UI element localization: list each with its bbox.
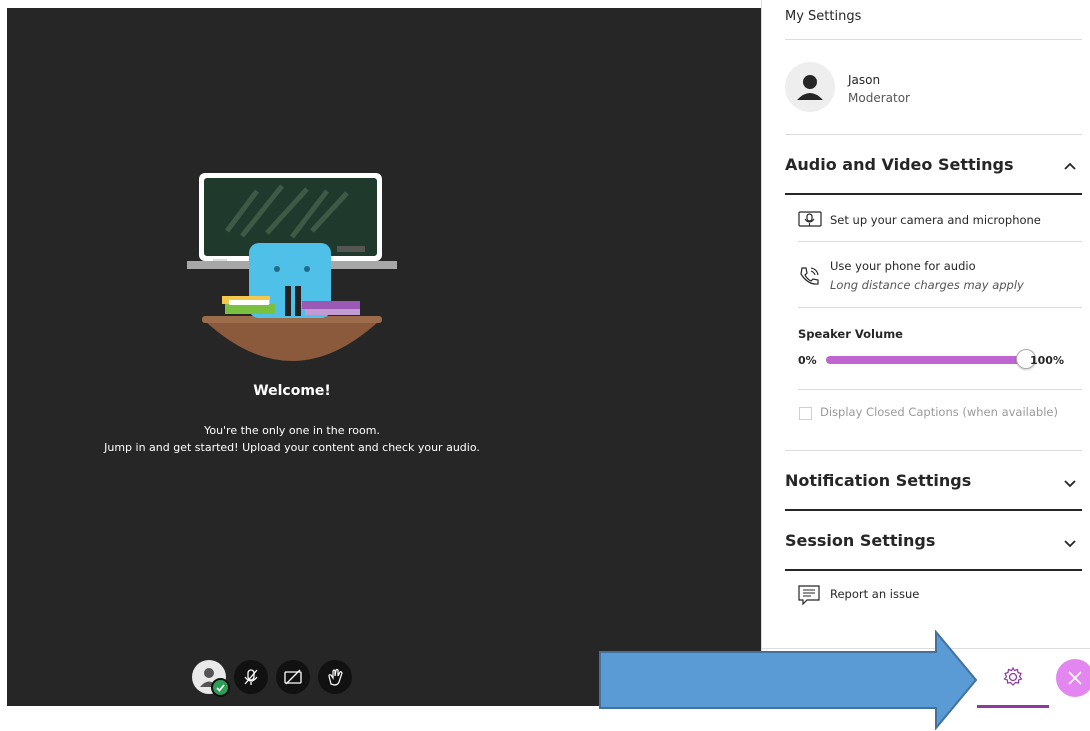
closed-captions-checkbox[interactable] <box>799 407 812 420</box>
user-role: Moderator <box>848 91 910 105</box>
audio-video-settings-header[interactable]: Audio and Video Settings <box>785 155 1013 174</box>
closed-captions-label: Display Closed Captions (when available) <box>820 405 1058 419</box>
microphone-off-icon <box>244 669 258 685</box>
settings-panel: My Settings Jason Moderator Audio and Vi… <box>761 0 1090 708</box>
divider <box>785 450 1082 451</box>
welcome-message-line1: You're the only one in the room. <box>204 424 380 437</box>
chevron-down-icon[interactable] <box>1062 475 1078 491</box>
volume-min-label: 0% <box>798 354 817 367</box>
annotation-arrow <box>599 630 978 730</box>
notification-settings-header[interactable]: Notification Settings <box>785 471 971 490</box>
session-controls <box>192 660 352 697</box>
phone-icon <box>800 267 819 285</box>
phone-audio-note: Long distance charges may apply <box>830 278 1024 292</box>
status-ok-icon <box>211 678 230 697</box>
user-icon <box>797 75 823 100</box>
classroom-illustration <box>187 173 397 361</box>
camera-microphone-setup-link[interactable]: Set up your camera and microphone <box>830 213 1041 227</box>
volume-fill <box>826 356 1028 364</box>
speaker-volume-slider[interactable] <box>826 356 1028 364</box>
speaker-volume-label: Speaker Volume <box>798 327 903 341</box>
raise-hand-button[interactable] <box>318 660 352 694</box>
divider <box>785 569 1082 571</box>
camera-off-icon <box>284 669 302 685</box>
camera-button[interactable] <box>276 660 310 694</box>
welcome-title: Welcome! <box>253 383 331 399</box>
divider <box>785 39 1082 40</box>
volume-max-label: 100% <box>1030 354 1064 367</box>
chevron-down-icon[interactable] <box>1062 535 1078 551</box>
panel-title: My Settings <box>785 9 862 24</box>
phone-audio-link[interactable]: Use your phone for audio <box>830 259 976 273</box>
divider <box>798 241 1082 242</box>
close-panel-button[interactable] <box>1056 659 1090 697</box>
welcome-message-line2: Jump in and get started! Upload your con… <box>104 441 480 454</box>
microphone-button[interactable] <box>234 660 268 694</box>
hand-icon <box>328 668 343 686</box>
divider <box>785 193 1082 195</box>
chevron-up-icon[interactable] <box>1062 158 1078 174</box>
report-issue-icon <box>798 585 820 605</box>
main-stage: Welcome! You're the only one in the room… <box>7 8 761 706</box>
avatar <box>785 62 835 112</box>
user-name: Jason <box>848 73 881 87</box>
camera-microphone-icon <box>798 211 822 227</box>
gear-icon <box>1003 666 1023 686</box>
divider <box>798 389 1082 390</box>
close-icon <box>1068 671 1082 685</box>
divider <box>785 134 1082 135</box>
session-settings-header[interactable]: Session Settings <box>785 531 935 550</box>
my-settings-tab[interactable] <box>977 649 1049 708</box>
my-status-button[interactable] <box>192 660 230 697</box>
divider <box>798 307 1082 308</box>
divider <box>785 509 1082 511</box>
report-issue-link[interactable]: Report an issue <box>830 587 919 601</box>
